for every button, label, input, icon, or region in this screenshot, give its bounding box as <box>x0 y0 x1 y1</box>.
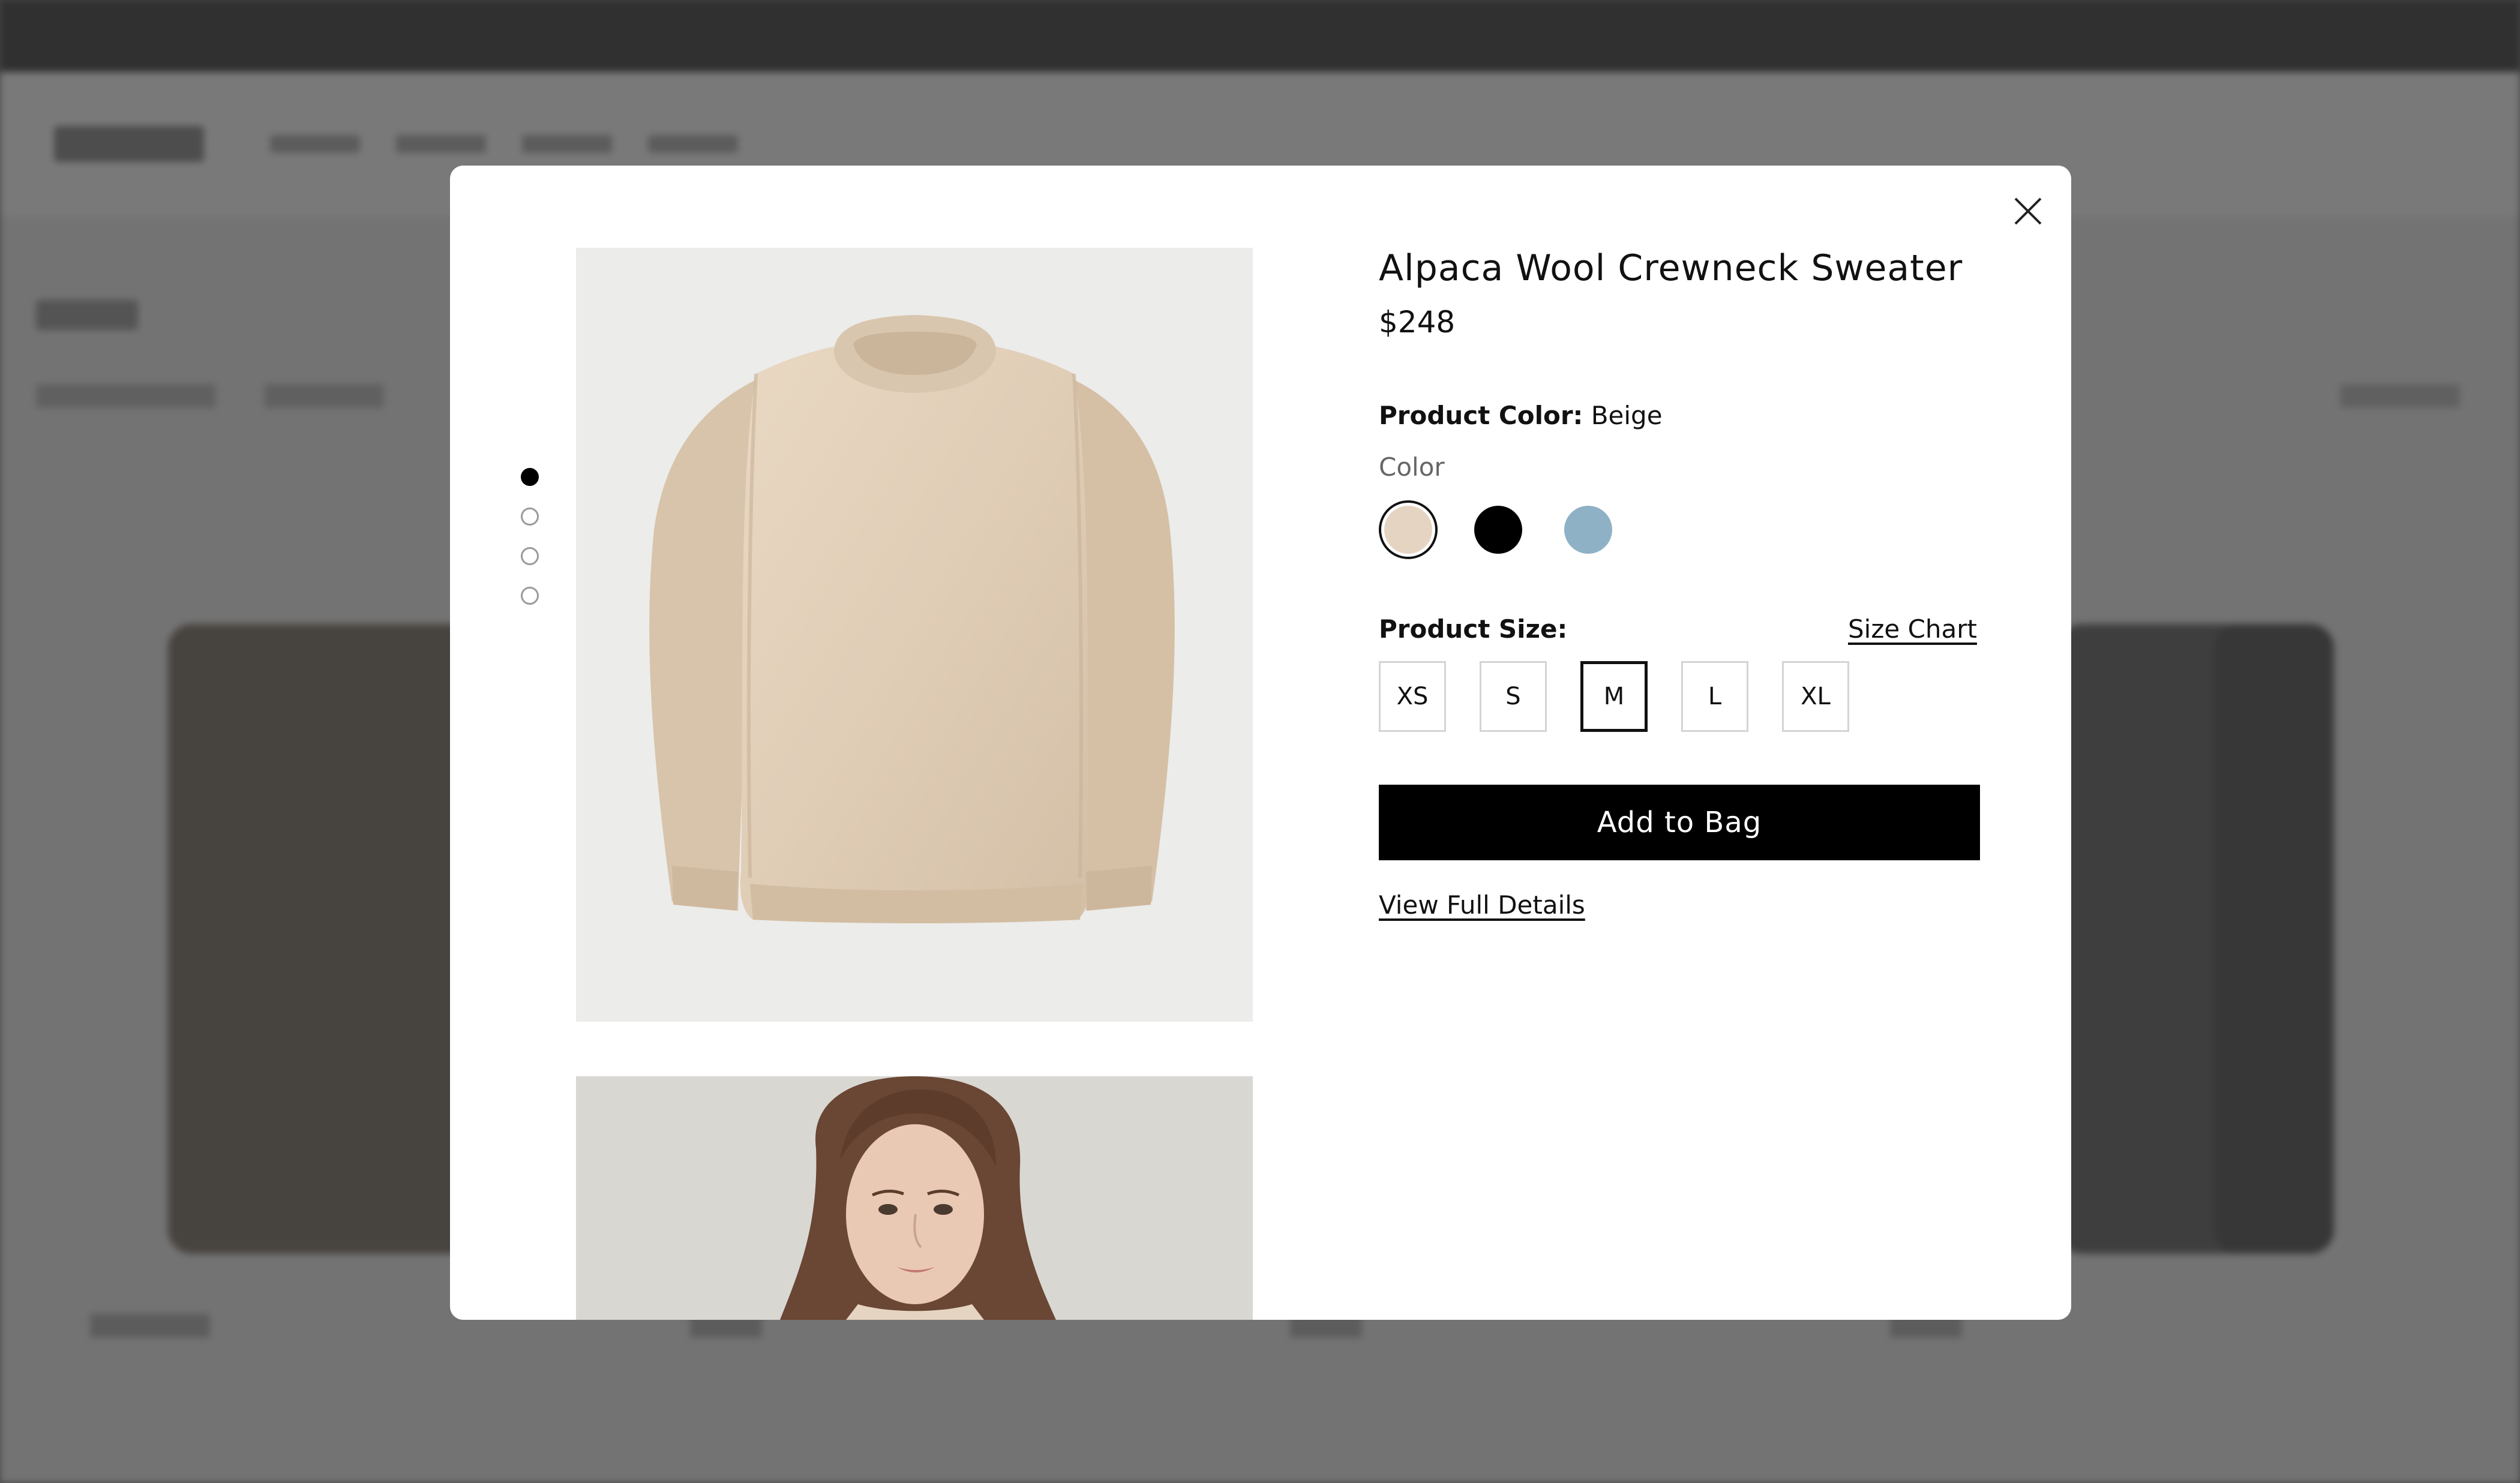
product-color-label: Product Color: <box>1379 401 1583 430</box>
color-swatches <box>1379 500 1618 559</box>
size-button-xl[interactable]: XL <box>1782 661 1849 732</box>
swatch-color <box>1564 506 1612 554</box>
gallery-pagination <box>521 468 539 605</box>
size-button-s[interactable]: S <box>1480 661 1547 732</box>
add-to-bag-button[interactable]: Add to Bag <box>1379 785 1980 860</box>
size-button-m[interactable]: M <box>1580 661 1648 732</box>
product-size-label: Product Size: <box>1379 614 1568 644</box>
color-heading: Color <box>1379 452 1445 482</box>
swatch-color <box>1474 506 1522 554</box>
product-color-line: Product Color: Beige <box>1379 401 1663 430</box>
view-full-details-link[interactable]: View Full Details <box>1379 890 1585 920</box>
gallery-dot[interactable] <box>521 547 539 565</box>
gallery-dot[interactable] <box>521 587 539 605</box>
size-options: XS S M L XL <box>1379 661 1849 732</box>
product-image-model[interactable] <box>576 1076 1253 1320</box>
size-chart-link[interactable]: Size Chart <box>1848 614 1977 644</box>
size-button-l[interactable]: L <box>1681 661 1748 732</box>
product-price: $248 <box>1379 305 1456 340</box>
model-image <box>576 1076 1253 1320</box>
swatch-color <box>1384 506 1432 554</box>
gallery-dot[interactable] <box>521 508 539 526</box>
swatch-light-blue[interactable] <box>1559 500 1618 559</box>
sweater-image <box>649 315 1175 923</box>
size-button-xs[interactable]: XS <box>1379 661 1446 732</box>
close-icon <box>2014 197 2042 225</box>
product-color-value: Beige <box>1591 401 1663 430</box>
product-title: Alpaca Wool Crewneck Sweater <box>1379 247 1963 289</box>
swatch-black[interactable] <box>1469 500 1528 559</box>
swatch-beige[interactable] <box>1379 500 1438 559</box>
gallery-dot[interactable] <box>521 468 539 486</box>
product-image-main[interactable] <box>576 248 1253 1022</box>
close-button[interactable] <box>2004 187 2052 235</box>
